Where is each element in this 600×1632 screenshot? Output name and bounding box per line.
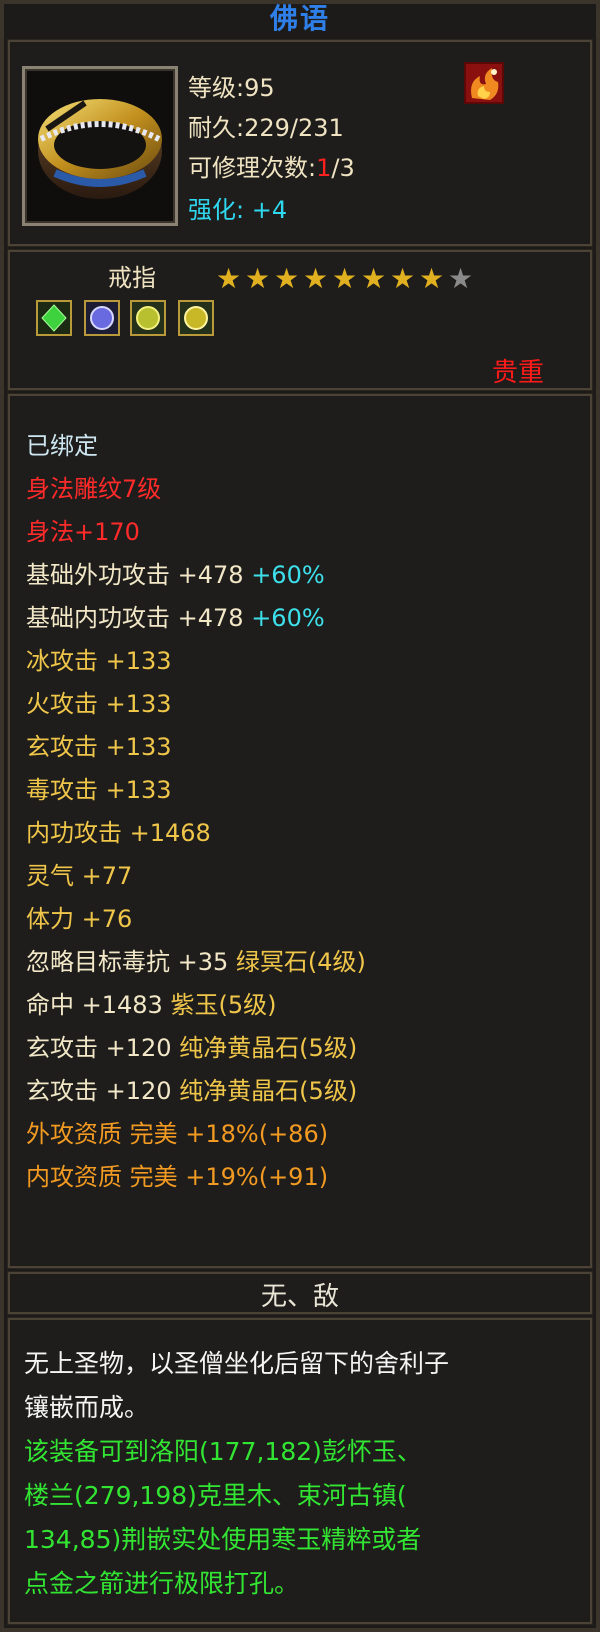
attribute-line: 基础外功攻击 +478 +60% (26, 555, 325, 590)
level-value: 95 (244, 74, 275, 102)
attribute-extra: 紫玉(5级) (170, 991, 277, 1019)
repair-total: /3 (331, 154, 355, 182)
star-filled-icon: ★ (216, 262, 242, 295)
gem-slot-2 (84, 300, 120, 336)
attribute-line: 体力 +76 (26, 905, 133, 933)
description-line: 镶嵌而成。 (24, 1393, 150, 1422)
star-filled-icon: ★ (332, 262, 358, 295)
attribute-line: 灵气 +77 (26, 862, 133, 890)
attribute-line: 身法雕纹7级 (26, 475, 162, 503)
item-type: 戒指 (108, 264, 156, 292)
attribute-line: 已绑定 (26, 432, 98, 460)
description-line: 无上圣物，以圣僧坐化后留下的舍利子 (24, 1349, 450, 1378)
set-name: 无、敌 (260, 1282, 339, 1312)
attribute-line: 火攻击 +133 (26, 690, 172, 718)
star-filled-icon: ★ (390, 262, 416, 295)
attribute-value: 基础内功攻击 +478 (26, 604, 252, 632)
enhance-label: 强化 (188, 196, 236, 224)
description-line: 楼兰(279,198)克里木、束河古镇( (24, 1481, 407, 1510)
gem-slot-4 (178, 300, 214, 336)
durability-label: 耐久 (188, 114, 236, 142)
attribute-extra: 绿冥石(4级) (235, 948, 366, 976)
star-filled-icon: ★ (361, 262, 387, 295)
attribute-line: 玄攻击 +133 (26, 733, 172, 761)
attribute-value: 命中 +1483 (26, 991, 171, 1019)
star-filled-icon: ★ (419, 262, 445, 295)
durability-stat: 耐久:229/231 (188, 108, 344, 143)
description-line: 该装备可到洛阳(177,182)彭怀玉、 (24, 1437, 422, 1466)
yellow-gem-icon (136, 306, 160, 330)
ring-icon (22, 66, 178, 226)
star-filled-icon: ★ (245, 262, 271, 295)
enhance-value: +4 (251, 196, 288, 224)
repair-label: 可修理次数 (188, 154, 308, 182)
attribute-line: 毒攻击 +133 (26, 776, 172, 804)
attribute-line: 外攻资质 完美 +18%(+86) (26, 1120, 329, 1148)
level-label: 等级 (188, 74, 236, 102)
star-filled-icon: ★ (274, 262, 300, 295)
gem-slot-1 (36, 300, 72, 336)
star-filled-icon: ★ (303, 262, 329, 295)
gem-slot-3 (130, 300, 166, 336)
repair-sep: : (308, 154, 317, 182)
repair-used: 1 (316, 154, 332, 182)
rarity-label: 贵重 (492, 358, 545, 388)
attribute-line: 基础内功攻击 +478 +60% (26, 598, 325, 633)
star-rating: ★ ★ ★ ★ ★ ★ ★ ★ ★ (216, 262, 486, 295)
durability-value: 229/231 (244, 114, 344, 142)
attribute-extra: 纯净黄晶石(5级) (179, 1034, 358, 1062)
attribute-value: 玄攻击 +120 (26, 1034, 180, 1062)
attribute-line: 冰攻击 +133 (26, 647, 172, 675)
durability-sep: : (236, 114, 245, 142)
attribute-line: 玄攻击 +120 纯净黄晶石(5级) (26, 1071, 357, 1106)
item-title: 佛语 (269, 2, 330, 35)
green-gem-icon (41, 304, 67, 332)
description-line: 点金之箭进行极限打孔。 (24, 1569, 300, 1598)
purple-gem-icon (90, 306, 114, 330)
level-stat: 等级:95 (188, 68, 275, 103)
yellow-gem-icon (184, 306, 208, 330)
attribute-line: 内功攻击 +1468 (26, 819, 211, 847)
enhance-sep: : (236, 196, 245, 224)
attribute-extra: +60% (251, 604, 325, 632)
attribute-value: 玄攻击 +120 (26, 1077, 180, 1105)
enhance-stat: 强化: +4 (188, 190, 287, 225)
attribute-line: 玄攻击 +120 纯净黄晶石(5级) (26, 1028, 357, 1063)
star-empty-icon: ★ (448, 262, 474, 295)
attribute-line: 忽略目标毒抗 +35 绿冥石(4级) (26, 942, 366, 977)
attribute-value: 忽略目标毒抗 +35 (26, 948, 236, 976)
attribute-line: 内攻资质 完美 +19%(+91) (26, 1163, 329, 1191)
attribute-extra: 纯净黄晶石(5级) (179, 1077, 358, 1105)
level-sep: : (236, 74, 245, 102)
flame-emblem-icon (464, 62, 504, 104)
ring-illustration (38, 99, 162, 199)
description-line: 134,85)荆嵌实处使用寒玉精粹或者 (24, 1525, 422, 1554)
attribute-line: 身法+170 (26, 518, 140, 546)
repair-stat: 可修理次数:1/3 (188, 148, 355, 183)
attribute-extra: +60% (251, 561, 325, 589)
attribute-line: 命中 +1483 紫玉(5级) (26, 985, 276, 1020)
attribute-value: 基础外功攻击 +478 (26, 561, 252, 589)
